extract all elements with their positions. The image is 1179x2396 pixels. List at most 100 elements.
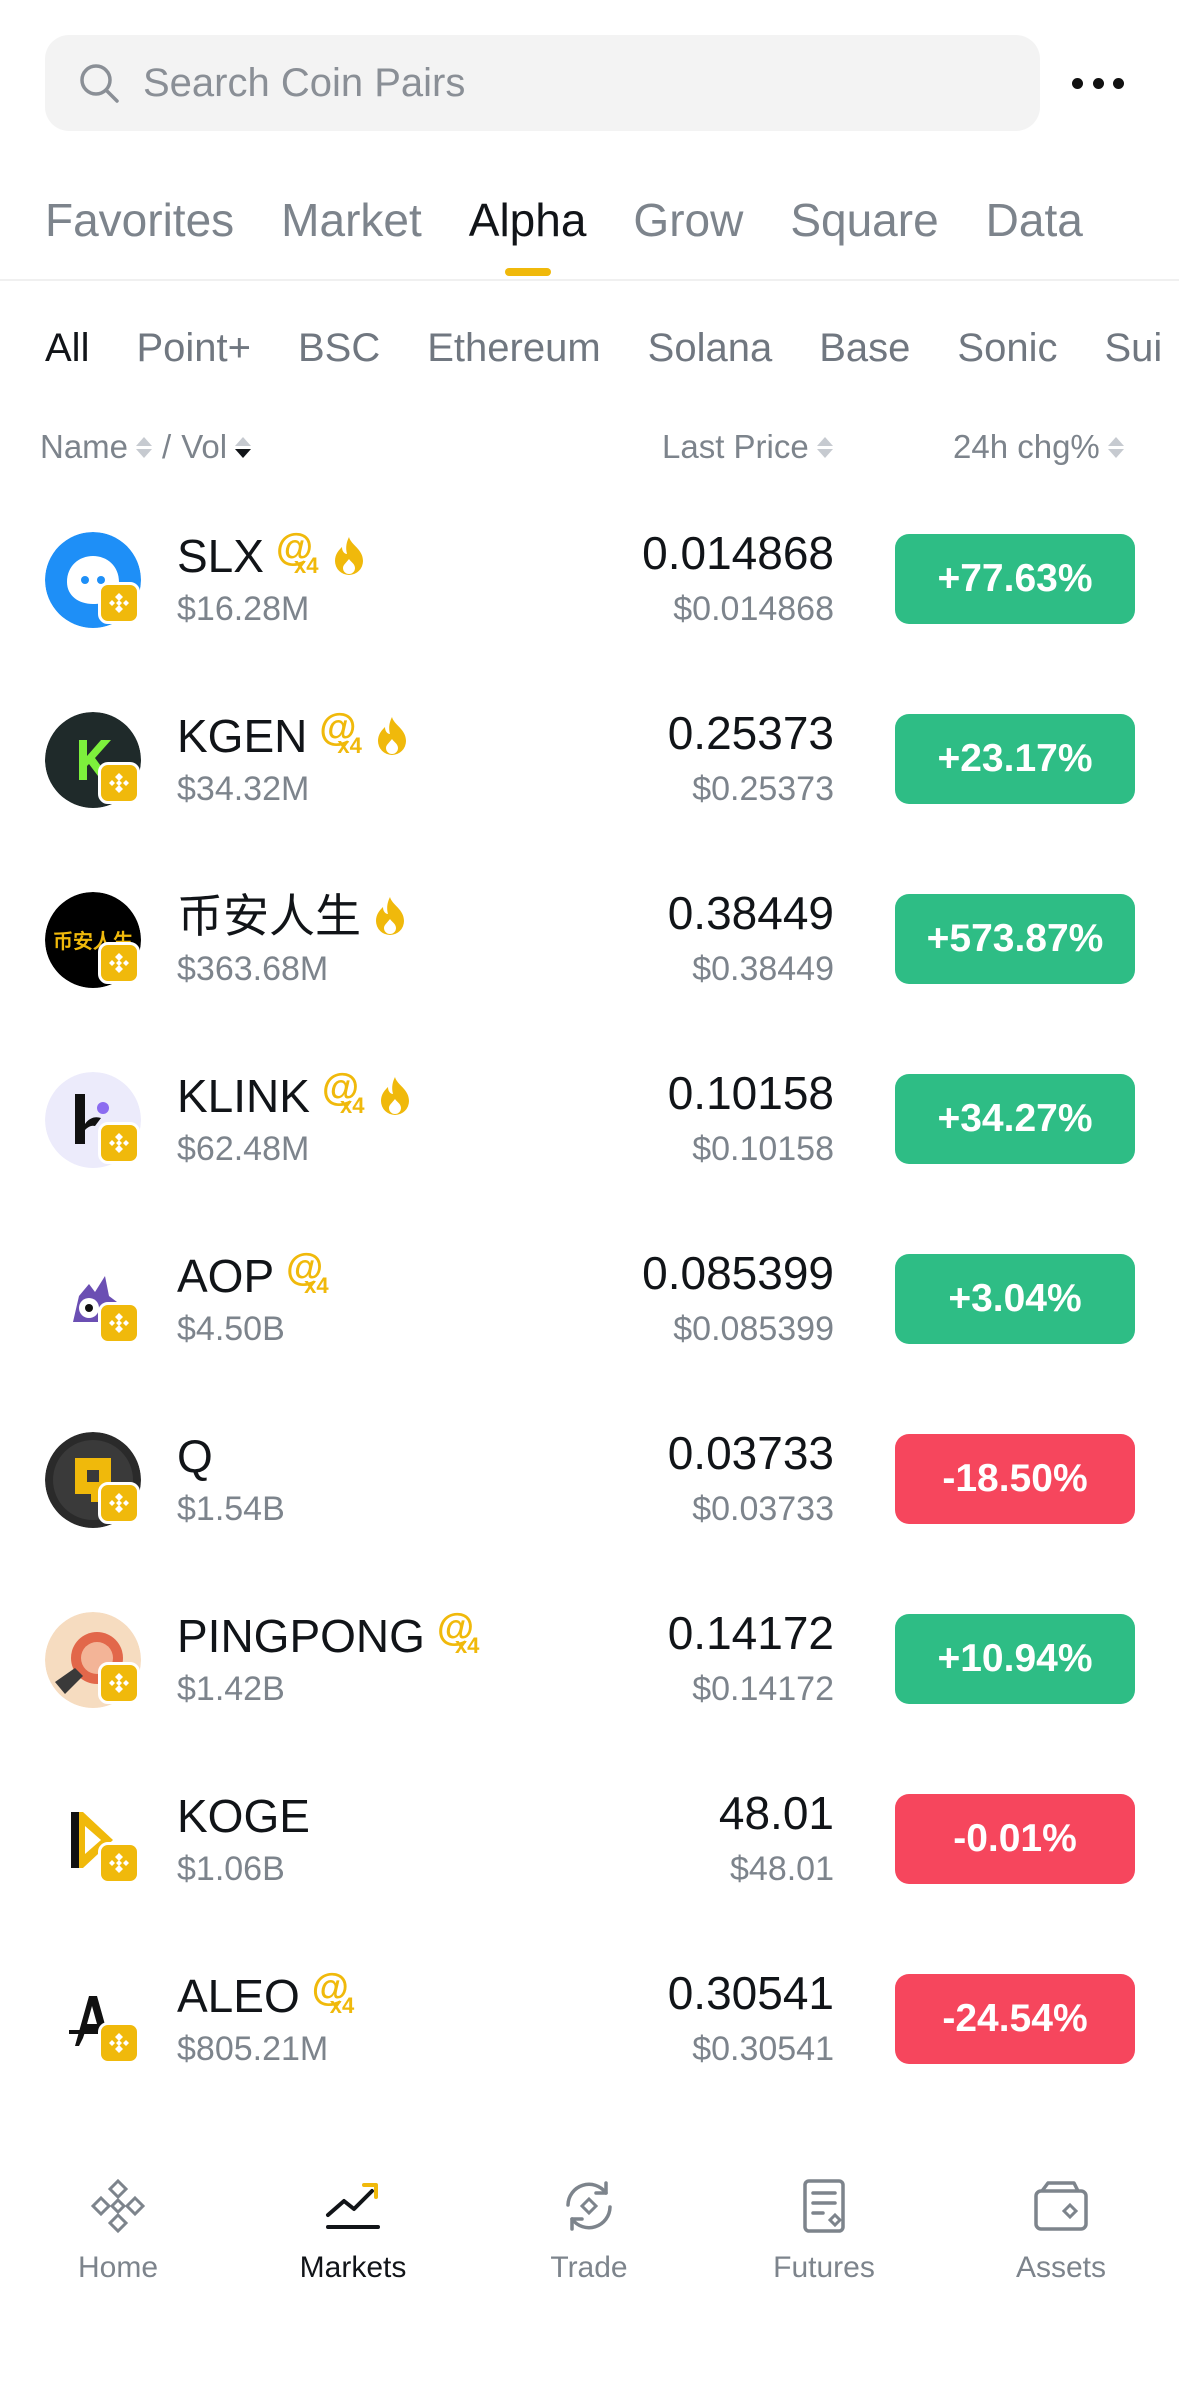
change-badge[interactable]: +3.04%	[895, 1254, 1135, 1344]
coin-row[interactable]: 币安人生 币安人生 $363.68M 0.38449 $0.38449 +573…	[0, 880, 1179, 1060]
coin-volume: $16.28M	[177, 590, 310, 628]
coin-symbol: 币安人生	[177, 890, 361, 942]
coin-row[interactable]: Q $1.54B 0.03733 $0.03733 -18.50%	[0, 1420, 1179, 1600]
coin-symbol: Q	[177, 1430, 213, 1482]
coin-volume: $4.50B	[177, 1310, 285, 1348]
trade-icon	[566, 2181, 612, 2231]
change-badge[interactable]: -18.50%	[895, 1434, 1135, 1524]
coin-row[interactable]: KOGE $1.06B 48.01 $48.01 -0.01%	[0, 1780, 1179, 1960]
nav-label: Assets	[1015, 2251, 1107, 2284]
chain-tab-solana[interactable]: Solana	[648, 320, 773, 376]
tab-favorites[interactable]: Favorites	[45, 190, 234, 280]
multiplier-icon: @ x4	[436, 1607, 480, 1658]
coin-symbol: PINGPONG	[177, 1610, 425, 1662]
coin-price: 0.03733	[667, 1427, 834, 1479]
coin-row[interactable]: PINGPONG @ x4 $1.42B 0.14172 $0.14172 +10…	[0, 1600, 1179, 1780]
coin-price: 0.014868	[642, 527, 834, 579]
coin-row[interactable]: SLX @ x4 $16.28M 0.014868 $0.014868 +77.6…	[0, 520, 1179, 700]
fire-icon	[334, 537, 363, 575]
nav-home[interactable]: Home	[18, 2175, 218, 2285]
chain-tab-bsc[interactable]: BSC	[298, 320, 380, 376]
chain-tab-all[interactable]: All	[45, 320, 89, 376]
sort-by-change[interactable]: 24h chg%	[953, 428, 1100, 466]
coin-price: 0.38449	[667, 887, 834, 939]
coin-usd-price: $0.03733	[692, 1490, 834, 1528]
coin-row[interactable]: KGEN @ x4 $34.32M 0.25373 $0.25373 +23.17…	[0, 700, 1179, 880]
search-bar[interactable]	[45, 35, 1040, 131]
bnb-chain-icon	[98, 1662, 140, 1704]
coin-row[interactable]: KLINK @ x4 $62.48M 0.10158 $0.10158 +34.2…	[0, 1060, 1179, 1240]
multiplier-icon: @ x4	[319, 707, 362, 758]
nav-label: Futures	[773, 2251, 875, 2284]
chain-tab-ethereum[interactable]: Ethereum	[427, 320, 600, 376]
change-badge[interactable]: +573.87%	[895, 894, 1135, 984]
change-badge[interactable]: -24.54%	[895, 1974, 1135, 2064]
futures-icon	[803, 2179, 845, 2233]
more-options-button[interactable]	[1068, 58, 1128, 108]
multiplier-icon: @ x4	[286, 1247, 329, 1298]
change-badge[interactable]: +34.27%	[895, 1074, 1135, 1164]
main-tabs: Favorites Market Alpha Grow Square Data	[45, 190, 1130, 280]
tab-grow[interactable]: Grow	[633, 190, 743, 280]
markets-icon	[326, 2183, 380, 2229]
chain-tab-point-plus[interactable]: Point+	[136, 320, 251, 376]
fire-icon	[376, 897, 404, 935]
sort-icon[interactable]	[1107, 436, 1124, 458]
multiplier-icon: @ x4	[275, 527, 319, 578]
change-badge[interactable]: +23.17%	[895, 714, 1135, 804]
bnb-chain-icon	[98, 1482, 140, 1524]
coin-volume: $1.42B	[177, 1670, 285, 1708]
coin-usd-price: $0.10158	[692, 1130, 834, 1168]
sort-icon-active[interactable]	[235, 436, 252, 458]
coin-usd-price: $0.25373	[692, 770, 834, 808]
bnb-chain-icon	[98, 582, 140, 624]
coin-symbol: AOP	[177, 1250, 275, 1302]
tab-market[interactable]: Market	[281, 190, 422, 280]
coin-symbol: KLINK	[177, 1070, 310, 1122]
coin-volume: $805.21M	[177, 2030, 329, 2068]
tab-data[interactable]: Data	[986, 190, 1083, 280]
nav-trade[interactable]: Trade	[489, 2175, 689, 2285]
sort-icon[interactable]	[816, 436, 833, 458]
multiplier-icon: @ x4	[321, 1067, 365, 1118]
sort-by-name[interactable]: Name	[40, 428, 128, 466]
change-badge[interactable]: -0.01%	[895, 1794, 1135, 1884]
change-badge[interactable]: +77.63%	[895, 534, 1135, 624]
nav-futures[interactable]: Futures	[724, 2175, 924, 2285]
coin-list: SLX @ x4 $16.28M 0.014868 $0.014868 +77.6…	[0, 520, 1179, 2140]
coin-row[interactable]: AOP @ x4 $4.50B 0.085399 $0.085399 +3.04%	[0, 1240, 1179, 1420]
sort-icon[interactable]	[136, 436, 153, 458]
sort-by-volume[interactable]: Vol	[181, 428, 227, 466]
sort-by-last-price[interactable]: Last Price	[662, 428, 809, 466]
nav-markets[interactable]: Markets	[253, 2175, 453, 2285]
coin-row[interactable]: ALEO @ x4 $805.21M 0.30541 $0.30541 -24.5…	[0, 1960, 1179, 2140]
change-badge[interactable]: +10.94%	[895, 1614, 1135, 1704]
coin-symbol: KOGE	[177, 1790, 310, 1842]
chain-tab-sui[interactable]: Sui	[1104, 320, 1162, 376]
coin-price: 0.25373	[667, 707, 834, 759]
coin-symbol: ALEO	[177, 1970, 300, 2022]
tab-alpha[interactable]: Alpha	[469, 190, 587, 280]
bottom-nav: Home Markets Trade Futures Assets	[0, 2155, 1179, 2396]
coin-price: 0.30541	[667, 1967, 834, 2019]
column-headers: Name / Vol Last Price 24h chg%	[40, 428, 1140, 478]
fire-icon	[378, 717, 407, 755]
coin-volume: $34.32M	[177, 770, 310, 808]
nav-label: Home	[77, 2251, 159, 2284]
tab-square[interactable]: Square	[790, 190, 938, 280]
nav-assets[interactable]: Assets	[961, 2175, 1161, 2285]
coin-symbol: KGEN	[177, 710, 308, 762]
search-input[interactable]	[143, 60, 963, 106]
dot-icon	[1072, 77, 1083, 89]
column-separator: /	[162, 428, 172, 465]
coin-price: 0.14172	[667, 1607, 834, 1659]
chain-tab-sonic[interactable]: Sonic	[957, 320, 1057, 376]
search-icon	[80, 64, 119, 103]
chain-tab-base[interactable]: Base	[819, 320, 910, 376]
coin-usd-price: $0.30541	[692, 2030, 834, 2068]
tabs-divider	[0, 279, 1179, 281]
coin-price: 48.01	[718, 1787, 834, 1839]
coin-volume: $1.54B	[177, 1490, 285, 1528]
coin-price: 0.085399	[642, 1247, 834, 1299]
dot-icon	[1113, 77, 1124, 89]
